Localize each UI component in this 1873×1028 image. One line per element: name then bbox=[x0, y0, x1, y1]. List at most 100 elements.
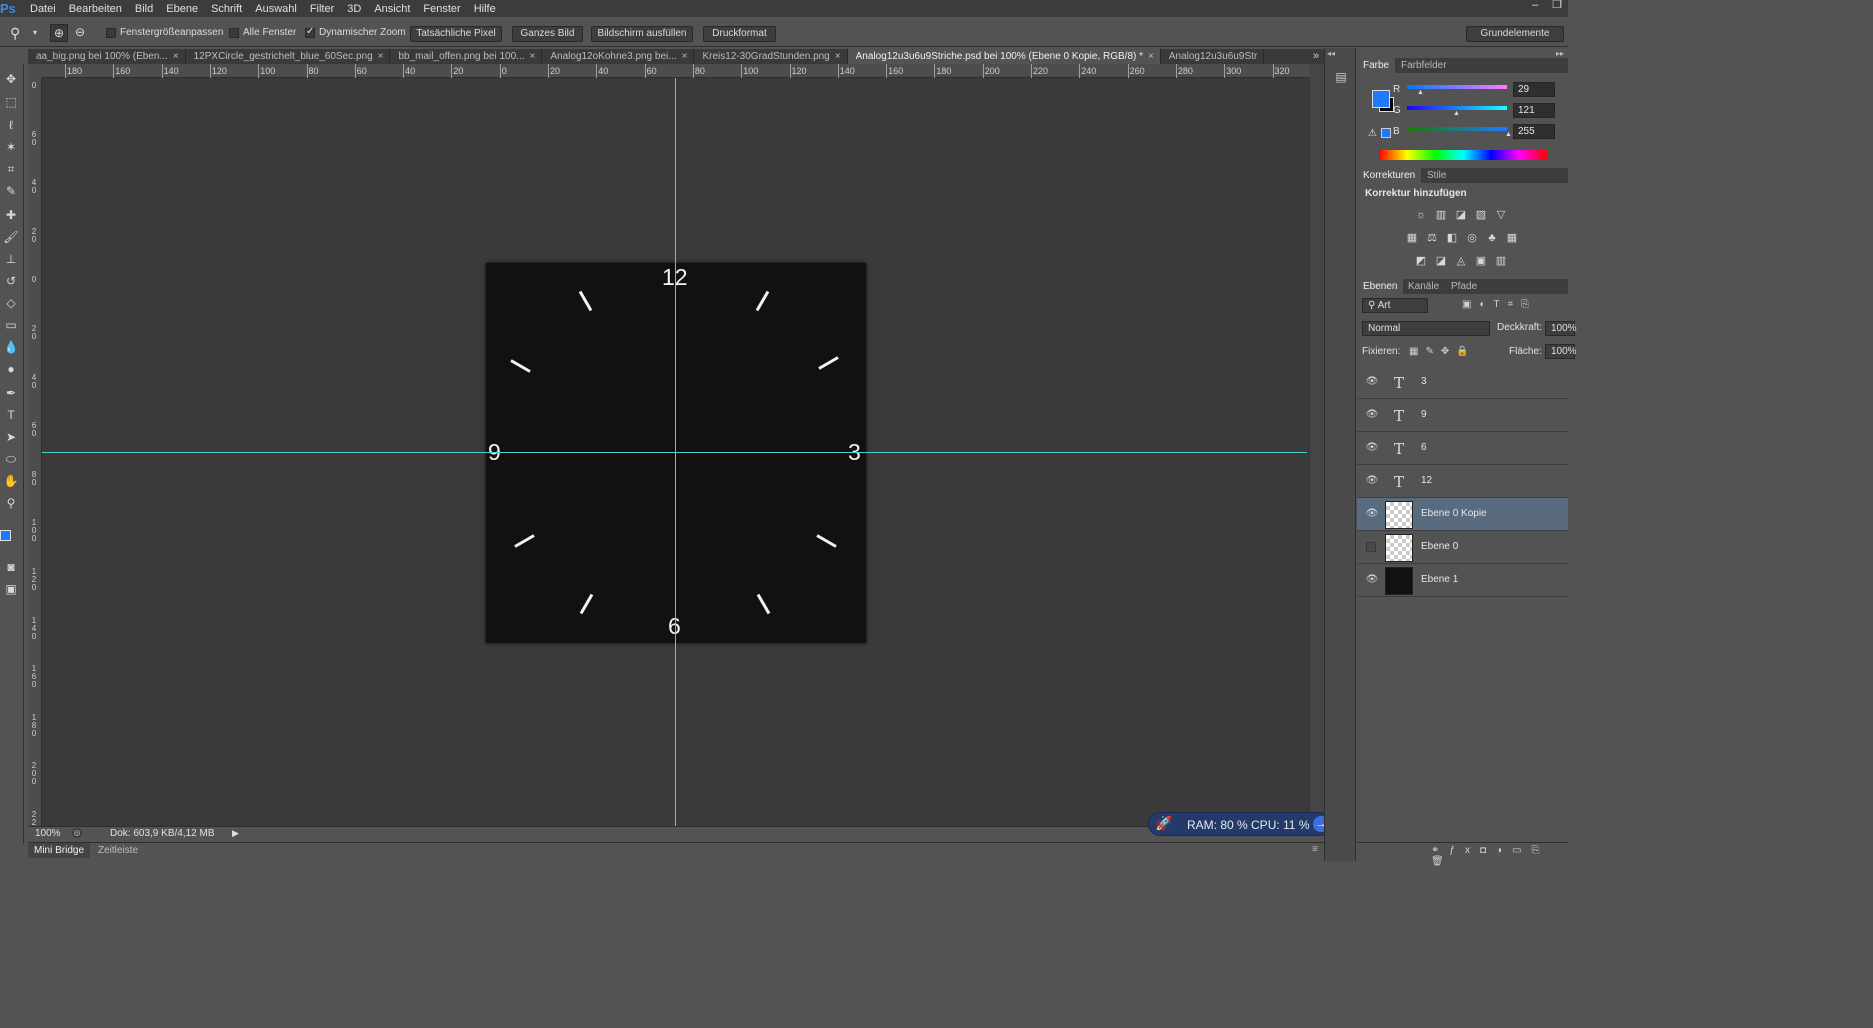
zoom-in-icon[interactable]: ⊕ bbox=[50, 24, 68, 42]
layer-filter-dropdown[interactable]: ⚲ Art bbox=[1362, 298, 1428, 313]
menu-bearbeiten[interactable]: Bearbeiten bbox=[69, 3, 122, 15]
close-icon[interactable]: × bbox=[1148, 51, 1154, 62]
tab-aa-big[interactable]: aa_big.png bei 100% (Eben... × bbox=[28, 49, 186, 64]
eye-icon[interactable]: 👁 bbox=[1365, 508, 1379, 520]
foreground-color-swatch[interactable] bbox=[1372, 90, 1390, 108]
zoom-tool-icon[interactable]: ⚲ bbox=[10, 25, 20, 42]
menu-bild[interactable]: Bild bbox=[135, 3, 153, 15]
tab-mini-bridge[interactable]: Mini Bridge bbox=[28, 843, 91, 858]
ram-cpu-widget[interactable]: 🚀 RAM: 80 % CPU: 11 % → bbox=[1148, 812, 1332, 836]
foreground-color-swatch[interactable] bbox=[0, 530, 11, 541]
gamut-warning-icon[interactable]: ⚠ bbox=[1368, 128, 1377, 139]
close-icon[interactable]: × bbox=[378, 51, 384, 62]
tab-overflow-icon[interactable]: » bbox=[1309, 49, 1323, 64]
tab-farbe[interactable]: Farbe bbox=[1357, 58, 1396, 73]
menu-3d[interactable]: 3D bbox=[347, 3, 361, 15]
type-tool-icon[interactable]: T bbox=[2, 406, 20, 424]
eraser-tool-icon[interactable]: ◇ bbox=[2, 294, 20, 312]
brush-tool-icon[interactable]: 🖌 bbox=[2, 228, 20, 246]
gradient-tool-icon[interactable]: ▭ bbox=[2, 316, 20, 334]
crop-tool-icon[interactable]: ⌗ bbox=[2, 160, 20, 178]
lasso-tool-icon[interactable]: ℓ bbox=[2, 116, 20, 134]
layer-row-6[interactable]: 👁 T 6 bbox=[1357, 432, 1568, 465]
fill-input[interactable]: 100% bbox=[1545, 344, 1577, 359]
close-icon[interactable]: × bbox=[682, 51, 688, 62]
menu-fenster[interactable]: Fenster bbox=[423, 3, 460, 15]
dodge-tool-icon[interactable]: ● bbox=[2, 360, 20, 378]
eye-icon[interactable]: 👁 bbox=[1365, 376, 1379, 388]
threshold-icon[interactable]: ◬ bbox=[1454, 255, 1468, 267]
menu-schrift[interactable]: Schrift bbox=[211, 3, 242, 15]
eye-icon[interactable]: 👁 bbox=[1365, 442, 1379, 454]
layer-filter-icons[interactable]: ▣◐T⌗⎘ bbox=[1462, 299, 1537, 310]
posterize-icon[interactable]: ◪ bbox=[1434, 255, 1448, 267]
color-lookup-icon[interactable]: ▦ bbox=[1505, 232, 1519, 244]
fit-window-checkbox[interactable] bbox=[106, 28, 116, 38]
levels-icon[interactable]: ▥ bbox=[1434, 209, 1448, 221]
exposure-icon[interactable]: ▨ bbox=[1474, 209, 1488, 221]
expand-icon[interactable]: ▸▸ bbox=[1556, 49, 1564, 58]
tab-bb-mail[interactable]: bb_mail_offen.png bei 100... × bbox=[390, 49, 543, 64]
layer-row-3[interactable]: 👁 T 3 bbox=[1357, 366, 1568, 399]
black-white-icon[interactable]: ◧ bbox=[1445, 232, 1459, 244]
hand-tool-icon[interactable]: ✋ bbox=[2, 472, 20, 490]
marquee-tool-icon[interactable]: ⬚ bbox=[2, 93, 20, 111]
visibility-toggle-off[interactable] bbox=[1366, 542, 1376, 552]
tab-korrekturen[interactable]: Korrekturen bbox=[1357, 168, 1422, 183]
fit-screen-button[interactable]: Ganzes Bild bbox=[512, 26, 583, 42]
menu-auswahl[interactable]: Auswahl bbox=[255, 3, 297, 15]
restore-button[interactable]: ❐ bbox=[1546, 0, 1568, 12]
menu-filter[interactable]: Filter bbox=[310, 3, 334, 15]
ellipse-tool-icon[interactable]: ⬭ bbox=[2, 450, 20, 468]
canvas-vertical-scrollbar[interactable] bbox=[1310, 64, 1324, 826]
tool-preset-chevron-icon[interactable]: ▾ bbox=[33, 28, 37, 37]
menu-datei[interactable]: Datei bbox=[30, 3, 56, 15]
workspace-dropdown[interactable]: Grundelemente bbox=[1466, 26, 1564, 42]
channel-mixer-icon[interactable]: ♣ bbox=[1485, 232, 1499, 244]
eye-icon[interactable]: 👁 bbox=[1365, 574, 1379, 586]
screen-mode-icon[interactable]: ▣ bbox=[2, 580, 20, 598]
history-brush-tool-icon[interactable]: ↺ bbox=[2, 272, 20, 290]
brightness-icon[interactable]: ☼ bbox=[1414, 209, 1428, 221]
tab-zeitleiste[interactable]: Zeitleiste bbox=[92, 843, 144, 858]
canvas-area[interactable]: 12 3 6 9 bbox=[42, 78, 1310, 826]
zoom-out-icon[interactable]: ⊖ bbox=[71, 24, 89, 42]
collapse-icon[interactable]: ◂◂ bbox=[1327, 49, 1335, 58]
eyedropper-tool-icon[interactable]: ✎ bbox=[2, 182, 20, 200]
layers-footer-icons[interactable]: ⚭ƒx◘◑▭⎘🗑 bbox=[1431, 845, 1568, 867]
photo-filter-icon[interactable]: ◎ bbox=[1465, 232, 1479, 244]
lock-icons[interactable]: ▦✎✥🔒 bbox=[1409, 346, 1476, 357]
move-tool-icon[interactable]: ✥ bbox=[2, 70, 20, 88]
green-value[interactable]: 121 bbox=[1513, 103, 1555, 118]
document-canvas[interactable]: 12 3 6 9 bbox=[486, 263, 866, 643]
path-selection-tool-icon[interactable]: ➤ bbox=[2, 428, 20, 446]
eye-icon[interactable]: 👁 bbox=[1365, 409, 1379, 421]
green-slider-handle[interactable]: ▲ bbox=[1453, 110, 1460, 117]
quick-mask-icon[interactable]: ◙ bbox=[2, 558, 20, 576]
blue-value[interactable]: 255 bbox=[1513, 124, 1555, 139]
status-info-icon[interactable]: ◎ bbox=[72, 828, 82, 838]
blue-slider-handle[interactable]: ▲ bbox=[1505, 131, 1512, 138]
tab-kanaele[interactable]: Kanäle bbox=[1402, 279, 1445, 294]
history-panel-icon[interactable]: ▤ bbox=[1332, 68, 1350, 86]
gradient-map-icon[interactable]: ▥ bbox=[1494, 255, 1508, 267]
tab-pfade[interactable]: Pfade bbox=[1445, 279, 1483, 294]
magic-wand-tool-icon[interactable]: ✶ bbox=[2, 138, 20, 156]
menu-ebene[interactable]: Ebene bbox=[166, 3, 198, 15]
horizontal-guide[interactable] bbox=[42, 452, 1307, 453]
selective-color-icon[interactable]: ▣ bbox=[1474, 255, 1488, 267]
close-icon[interactable]: × bbox=[530, 51, 536, 62]
layer-row-9[interactable]: 👁 T 9 bbox=[1357, 399, 1568, 432]
close-icon[interactable]: × bbox=[835, 51, 841, 62]
curves-icon[interactable]: ◪ bbox=[1454, 209, 1468, 221]
blur-tool-icon[interactable]: 💧 bbox=[2, 338, 20, 356]
layer-row-ebene-1[interactable]: 👁 Ebene 1 bbox=[1357, 564, 1568, 597]
tab-farbfelder[interactable]: Farbfelder bbox=[1395, 58, 1453, 73]
blend-mode-dropdown[interactable]: Normal bbox=[1362, 321, 1490, 336]
menu-hilfe[interactable]: Hilfe bbox=[474, 3, 496, 15]
hue-saturation-icon[interactable]: ▦ bbox=[1405, 232, 1419, 244]
stamp-tool-icon[interactable]: ⊥ bbox=[2, 250, 20, 268]
close-icon[interactable]: × bbox=[173, 51, 179, 62]
tab-kreis12[interactable]: Kreis12-30GradStunden.png × bbox=[694, 49, 848, 64]
tab-analog12u3u6u9-active[interactable]: Analog12u3u6u9Striche.psd bei 100% (Eben… bbox=[847, 49, 1161, 64]
